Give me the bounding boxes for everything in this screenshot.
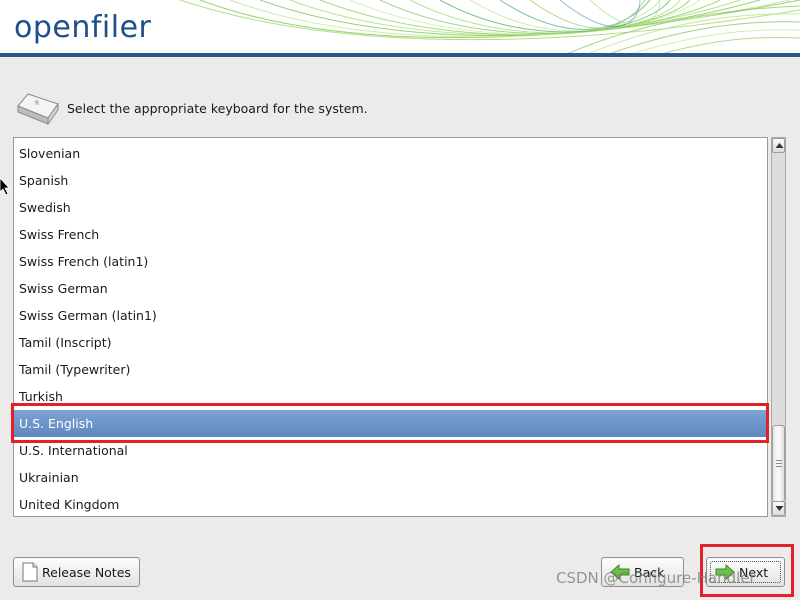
list-item[interactable]: Swiss French (latin1) bbox=[14, 248, 767, 275]
mouse-pointer-icon bbox=[0, 178, 10, 196]
next-label: Next bbox=[739, 564, 769, 580]
list-item[interactable]: Swiss French bbox=[14, 221, 767, 248]
thumb-grip bbox=[776, 463, 782, 464]
arrow-down-icon bbox=[775, 506, 784, 511]
next-button[interactable]: Next bbox=[706, 557, 785, 587]
list-item[interactable]: Turkish bbox=[14, 383, 767, 410]
keyboard-listbox[interactable]: Slovenian Spanish Swedish Swiss French S… bbox=[13, 137, 768, 517]
arrow-right-icon bbox=[715, 563, 735, 581]
svg-text:R: R bbox=[35, 100, 39, 107]
list-item[interactable]: United Kingdom bbox=[14, 491, 767, 516]
list-item[interactable]: Tamil (Inscript) bbox=[14, 329, 767, 356]
list-scrollbar[interactable] bbox=[771, 137, 786, 517]
list-item-selected[interactable]: U.S. English bbox=[14, 410, 767, 437]
list-item[interactable]: Swedish bbox=[14, 194, 767, 221]
document-icon bbox=[22, 562, 38, 582]
release-notes-label: Release Notes bbox=[42, 564, 131, 580]
scroll-down-button[interactable] bbox=[772, 501, 785, 516]
scroll-up-button[interactable] bbox=[772, 138, 785, 153]
list-item[interactable]: Swiss German bbox=[14, 275, 767, 302]
openfiler-logo: openfiler bbox=[14, 10, 152, 45]
thumb-grip bbox=[776, 466, 782, 467]
prompt-text: Select the appropriate keyboard for the … bbox=[67, 101, 368, 116]
arrow-left-icon bbox=[610, 563, 630, 581]
list-item[interactable]: Slovenian bbox=[14, 140, 767, 167]
scroll-thumb[interactable] bbox=[772, 425, 785, 502]
back-button[interactable]: Back bbox=[601, 557, 684, 587]
thumb-grip bbox=[776, 460, 782, 461]
back-label: Back bbox=[634, 564, 665, 580]
header-divider bbox=[0, 53, 800, 57]
release-notes-button[interactable]: Release Notes bbox=[13, 557, 140, 587]
list-item[interactable]: U.S. International bbox=[14, 437, 767, 464]
header-banner: openfiler bbox=[0, 0, 800, 57]
keyboard-key-icon: R bbox=[17, 93, 59, 126]
list-item[interactable]: Spanish bbox=[14, 167, 767, 194]
list-item[interactable]: Tamil (Typewriter) bbox=[14, 356, 767, 383]
arrow-up-icon bbox=[775, 143, 784, 148]
list-item[interactable]: Swiss German (latin1) bbox=[14, 302, 767, 329]
list-item[interactable]: Ukrainian bbox=[14, 464, 767, 491]
